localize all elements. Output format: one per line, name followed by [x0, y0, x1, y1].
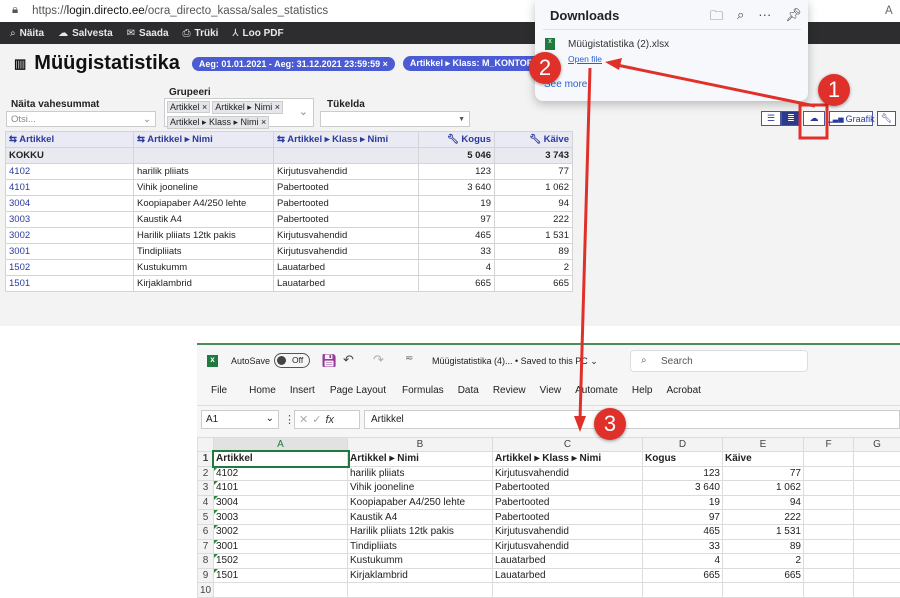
step-badge-3: 3	[594, 408, 626, 440]
step-badge-2: 2	[529, 52, 561, 84]
arrow-line	[612, 64, 815, 106]
arrow-line	[580, 68, 590, 420]
annotation-overlay	[0, 0, 900, 591]
arrow-head	[574, 416, 586, 432]
highlight-box	[800, 105, 827, 138]
arrow-head	[605, 58, 622, 70]
step-badge-1: 1	[818, 74, 850, 106]
